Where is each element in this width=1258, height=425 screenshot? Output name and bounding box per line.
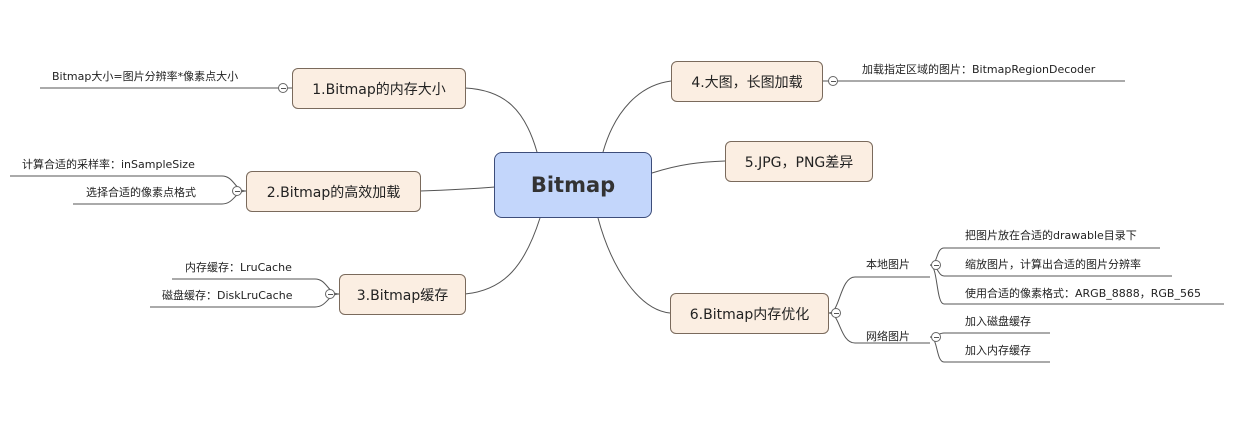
topic-2-label: 2.Bitmap的高效加载 xyxy=(266,184,401,201)
topic-5-label: 5.JPG，PNG差异 xyxy=(744,154,854,171)
leaf-pixel-format[interactable]: 使用合适的像素格式：ARGB_8888，RGB_565 xyxy=(965,288,1201,299)
topic-5[interactable]: 5.JPG，PNG差异 xyxy=(725,141,873,182)
leaf-add-memory-cache[interactable]: 加入内存缓存 xyxy=(965,345,1031,356)
topic-3[interactable]: 3.Bitmap缓存 xyxy=(339,274,466,315)
topic-1-label: 1.Bitmap的内存大小 xyxy=(312,81,446,98)
collapse-toggle-topic-3[interactable] xyxy=(325,289,335,299)
collapse-toggle-topic-1[interactable] xyxy=(278,83,288,93)
collapse-toggle-topic-4[interactable] xyxy=(828,76,838,86)
leaf-disk-cache[interactable]: 磁盘缓存：DiskLruCache xyxy=(162,290,292,301)
central-topic-label: Bitmap xyxy=(530,173,616,197)
edge-topic-3 xyxy=(464,217,541,295)
leaf-scale-image[interactable]: 缩放图片，计算出合适的图片分辨率 xyxy=(965,259,1141,270)
leaf-calc-sample-size[interactable]: 计算合适的采样率：inSampleSize xyxy=(22,159,195,170)
central-topic[interactable]: Bitmap xyxy=(494,152,652,218)
edge-topic-2 xyxy=(419,186,496,192)
topic-4[interactable]: 4.大图，长图加载 xyxy=(671,61,823,102)
topic-4-label: 4.大图，长图加载 xyxy=(691,74,803,91)
collapse-toggle-topic-6[interactable] xyxy=(831,308,841,318)
edge-topic-1 xyxy=(464,87,538,153)
leaf-bitmap-size-formula[interactable]: Bitmap大小=图片分辨率*像素点大小 xyxy=(52,71,238,82)
edge-net-a xyxy=(929,332,1050,338)
collapse-toggle-topic-2[interactable] xyxy=(232,186,242,196)
edge-topic-4 xyxy=(602,80,672,153)
edge-topic-5 xyxy=(651,160,726,174)
topic-3-label: 3.Bitmap缓存 xyxy=(356,287,449,304)
topic-1[interactable]: 1.Bitmap的内存大小 xyxy=(292,68,466,109)
leaf-memory-cache[interactable]: 内存缓存：LruCache xyxy=(185,262,292,273)
subtopic-network-images[interactable]: 网络图片 xyxy=(866,331,910,342)
leaf-region-decoder[interactable]: 加载指定区域的图片：BitmapRegionDecoder xyxy=(862,64,1095,75)
collapse-toggle-network-images[interactable] xyxy=(931,332,941,342)
leaf-choose-pixel-format[interactable]: 选择合适的像素点格式 xyxy=(86,187,196,198)
leaf-add-disk-cache[interactable]: 加入磁盘缓存 xyxy=(965,316,1031,327)
leaf-drawable-directory[interactable]: 把图片放在合适的drawable目录下 xyxy=(965,230,1137,241)
edge-t6-local xyxy=(828,276,930,314)
collapse-toggle-local-images[interactable] xyxy=(931,260,941,270)
subtopic-local-images[interactable]: 本地图片 xyxy=(866,259,910,270)
topic-6-label: 6.Bitmap内存优化 xyxy=(689,306,810,323)
edge-topic-6 xyxy=(597,217,671,314)
topic-2[interactable]: 2.Bitmap的高效加载 xyxy=(246,171,421,212)
topic-6[interactable]: 6.Bitmap内存优化 xyxy=(670,293,829,334)
